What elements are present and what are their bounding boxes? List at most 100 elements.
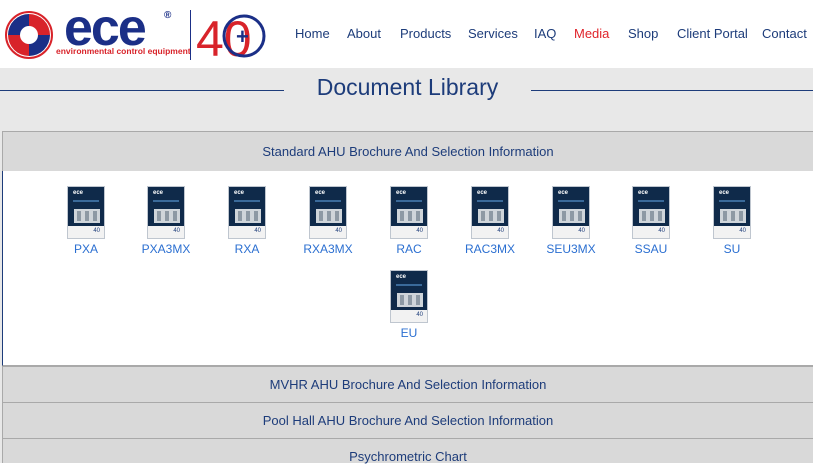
thumbnail-rule	[73, 200, 99, 202]
accordion-body-standard-ahu: ece 40 PXA ece 40 PXA3MX ece 40 RXA ece 40 RXA3MX ec…	[2, 171, 813, 366]
thumbnail-footer: 40	[472, 226, 508, 238]
document-item[interactable]: ece 40 SEU3MX	[540, 186, 602, 256]
brochure-cover-icon[interactable]: ece 40	[228, 186, 266, 239]
brochure-cover-icon[interactable]: ece 40	[713, 186, 751, 239]
document-item[interactable]: ece 40 RAC3MX	[459, 186, 521, 256]
document-link[interactable]: RXA3MX	[297, 242, 359, 256]
nav-shop[interactable]: Shop	[628, 26, 658, 41]
thumbnail-logo: ece	[73, 190, 84, 196]
document-link[interactable]: SSAU	[620, 242, 682, 256]
nav-media[interactable]: Media	[574, 26, 609, 41]
ahu-unit-image	[639, 209, 665, 223]
thumbnail-logo: ece	[315, 190, 326, 196]
thumbnail-40-mark: 40	[497, 228, 504, 234]
thumbnail-logo: ece	[153, 190, 164, 196]
nav-services[interactable]: Services	[468, 26, 518, 41]
thumbnail-40-mark: 40	[658, 228, 665, 234]
thumbnail-rule	[153, 200, 179, 202]
thumbnail-rule	[396, 200, 422, 202]
accordion-header-psychrometric-chart[interactable]: Psychrometric Chart	[2, 438, 813, 464]
document-link[interactable]: SU	[701, 242, 763, 256]
document-item[interactable]: ece 40 PXA3MX	[135, 186, 197, 256]
document-link[interactable]: PXA	[55, 242, 117, 256]
brochure-cover-icon[interactable]: ece 40	[390, 270, 428, 323]
thumbnail-logo: ece	[719, 190, 730, 196]
document-link[interactable]: SEU3MX	[540, 242, 602, 256]
ahu-unit-image	[316, 209, 342, 223]
thumbnail-rule	[719, 200, 745, 202]
title-rule-left	[0, 90, 284, 91]
document-link[interactable]: PXA3MX	[135, 242, 197, 256]
nav-client-portal[interactable]: Client Portal	[677, 26, 748, 41]
thumbnail-logo: ece	[396, 274, 407, 280]
thumbnail-rule	[558, 200, 584, 202]
thumbnail-40-mark: 40	[254, 228, 261, 234]
thumbnail-footer: 40	[68, 226, 104, 238]
main-nav: Home About Products Services IAQ Media S…	[0, 26, 813, 46]
ahu-unit-image	[720, 209, 746, 223]
thumbnail-40-mark: 40	[416, 312, 423, 318]
thumbnail-rule	[638, 200, 664, 202]
page-title: Document Library	[316, 74, 499, 100]
document-link[interactable]: RXA	[216, 242, 278, 256]
thumbnail-footer: 40	[714, 226, 750, 238]
thumbnail-40-mark: 40	[173, 228, 180, 234]
thumbnail-footer: 40	[229, 226, 265, 238]
accordion-header-standard-ahu[interactable]: Standard AHU Brochure And Selection Info…	[2, 131, 813, 171]
title-rule-right	[531, 90, 813, 91]
document-link[interactable]: EU	[378, 326, 440, 340]
brochure-cover-icon[interactable]: ece 40	[471, 186, 509, 239]
document-item[interactable]: ece 40 PXA	[55, 186, 117, 256]
thumbnail-rule	[477, 200, 503, 202]
thumbnail-footer: 40	[633, 226, 669, 238]
registered-mark: ®	[164, 10, 172, 21]
brochure-cover-icon[interactable]: ece 40	[390, 186, 428, 239]
thumbnail-40-mark: 40	[93, 228, 100, 234]
thumbnail-logo: ece	[396, 190, 407, 196]
accordion-header-mvhr-ahu[interactable]: MVHR AHU Brochure And Selection Informat…	[2, 366, 813, 402]
nav-iaq[interactable]: IAQ	[534, 26, 556, 41]
nav-about[interactable]: About	[347, 26, 381, 41]
nav-home[interactable]: Home	[295, 26, 330, 41]
thumbnail-footer: 40	[148, 226, 184, 238]
brochure-cover-icon[interactable]: ece 40	[67, 186, 105, 239]
document-link[interactable]: RAC3MX	[459, 242, 521, 256]
ahu-unit-image	[397, 293, 423, 307]
thumbnail-40-mark: 40	[416, 228, 423, 234]
ahu-unit-image	[74, 209, 100, 223]
ahu-unit-image	[559, 209, 585, 223]
ahu-unit-image	[397, 209, 423, 223]
brochure-cover-icon[interactable]: ece 40	[552, 186, 590, 239]
ahu-unit-image	[478, 209, 504, 223]
thumbnail-40-mark: 40	[335, 228, 342, 234]
brochure-cover-icon[interactable]: ece 40	[632, 186, 670, 239]
thumbnail-logo: ece	[638, 190, 649, 196]
brochure-cover-icon[interactable]: ece 40	[147, 186, 185, 239]
thumbnail-logo: ece	[234, 190, 245, 196]
thumbnail-logo: ece	[558, 190, 569, 196]
document-item[interactable]: ece 40 SSAU	[620, 186, 682, 256]
document-item[interactable]: ece 40 RAC	[378, 186, 440, 256]
thumbnail-40-mark: 40	[578, 228, 585, 234]
thumbnail-rule	[315, 200, 341, 202]
document-link[interactable]: RAC	[378, 242, 440, 256]
ahu-unit-image	[235, 209, 261, 223]
nav-products[interactable]: Products	[400, 26, 451, 41]
document-item[interactable]: ece 40 EU	[378, 270, 440, 340]
document-item[interactable]: ece 40 RXA	[216, 186, 278, 256]
thumbnail-footer: 40	[391, 226, 427, 238]
document-item[interactable]: ece 40 SU	[701, 186, 763, 256]
brochure-cover-icon[interactable]: ece 40	[309, 186, 347, 239]
logo-tagline: environmental control equipment	[56, 46, 191, 56]
thumbnail-footer: 40	[310, 226, 346, 238]
thumbnail-rule	[396, 284, 422, 286]
accordion-header-pool-hall-ahu[interactable]: Pool Hall AHU Brochure And Selection Inf…	[2, 402, 813, 438]
thumbnail-footer: 40	[391, 310, 427, 322]
ahu-unit-image	[154, 209, 180, 223]
document-item[interactable]: ece 40 RXA3MX	[297, 186, 359, 256]
thumbnail-footer: 40	[553, 226, 589, 238]
thumbnail-logo: ece	[477, 190, 488, 196]
thumbnail-rule	[234, 200, 260, 202]
nav-contact[interactable]: Contact	[762, 26, 807, 41]
thumbnail-40-mark: 40	[739, 228, 746, 234]
